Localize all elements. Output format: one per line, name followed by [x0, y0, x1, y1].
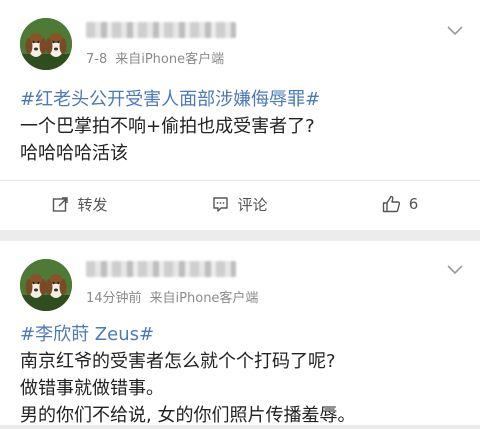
username-blurred[interactable]: [86, 261, 236, 277]
action-bar: 转发 评论 6: [0, 184, 480, 224]
repost-button[interactable]: 转发: [0, 194, 160, 215]
topic-link[interactable]: #红老头公开受害人面部涉嫌侮辱罪#: [20, 86, 460, 113]
post-body: #红老头公开受害人面部涉嫌侮辱罪# 一个巴掌拍不响+偷拍也成受害者了? 哈哈哈哈…: [20, 86, 460, 167]
post-body: #李欣莳 Zeus# 南京红爷的受害者怎么就个个打码了呢? 做错事就做错事。 男…: [20, 321, 460, 429]
post-meta: 14分钟前 来自iPhone客户端: [86, 287, 258, 306]
chevron-down-icon[interactable]: [446, 24, 464, 38]
post-source: 来自iPhone客户端: [149, 291, 259, 306]
repost-icon: [53, 196, 69, 212]
post-line: 哈哈哈哈活该: [20, 143, 128, 164]
post-line: 一个巴掌拍不响+偷拍也成受害者了?: [20, 116, 315, 137]
avatar[interactable]: [20, 259, 72, 311]
repost-label: 转发: [77, 195, 108, 214]
post-separator: [0, 230, 480, 241]
post-source: 来自iPhone客户端: [115, 52, 225, 67]
post-time: 7-8: [86, 52, 108, 67]
weibo-post-2: 14分钟前 来自iPhone客户端 #李欣莳 Zeus# 南京红爷的受害者怎么就个…: [0, 241, 480, 426]
comment-icon: [213, 196, 229, 212]
like-icon: [382, 195, 400, 213]
divider: [0, 180, 480, 181]
chevron-down-icon[interactable]: [446, 263, 464, 277]
topic-link[interactable]: #李欣莳 Zeus#: [20, 321, 460, 348]
avatar[interactable]: [20, 18, 72, 70]
post-meta: 7-8 来自iPhone客户端: [86, 48, 224, 67]
like-button[interactable]: 6: [320, 195, 480, 213]
weibo-post-1: 7-8 来自iPhone客户端 #红老头公开受害人面部涉嫌侮辱罪# 一个巴掌拍不响…: [0, 0, 480, 230]
username-blurred[interactable]: [86, 22, 236, 38]
avatar-beagle-dogs-icon: [20, 259, 72, 311]
like-count: 6: [408, 195, 419, 213]
post-line: 做错事就做错事。: [20, 378, 164, 399]
avatar-beagle-dogs-icon: [20, 18, 72, 70]
post-line: 南京红爷的受害者怎么就个个打码了呢?: [20, 351, 336, 372]
comment-button[interactable]: 评论: [160, 194, 320, 215]
post-time: 14分钟前: [86, 291, 142, 306]
comment-label: 评论: [237, 195, 268, 214]
